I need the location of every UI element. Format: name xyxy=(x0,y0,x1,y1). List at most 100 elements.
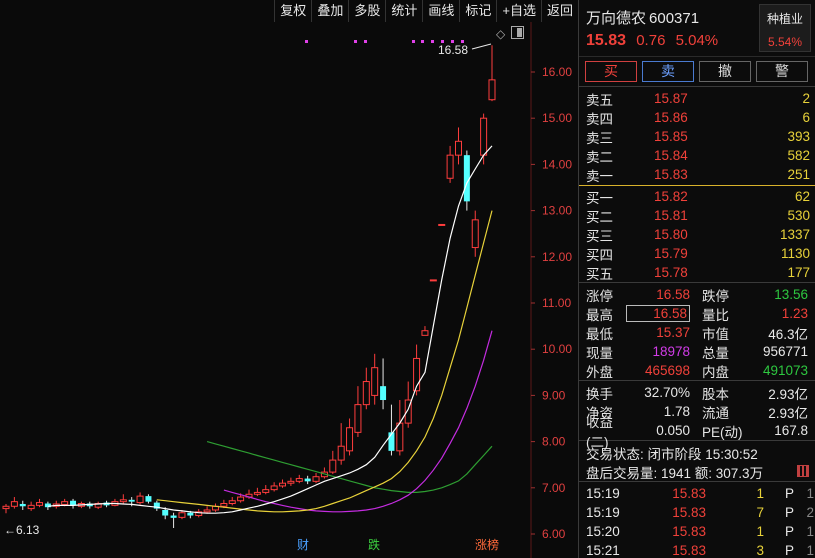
outer-volume-row: 外盘 465698 内盘 491073 xyxy=(579,361,815,380)
bid-price: 15.79 xyxy=(654,246,688,261)
kline-chart[interactable]: 16.00 15.00 14.00 13.00 12.00 11.00 10.00 9.00 8… xyxy=(0,0,578,558)
low-row: 最低 15.37 市值 46.3亿 xyxy=(579,323,815,342)
inner-volume-label: 内盘 xyxy=(702,364,729,380)
total-volume-label: 总量 xyxy=(702,345,729,361)
candle-body xyxy=(295,478,303,482)
tick-time: 15:19 xyxy=(586,505,620,520)
low-value: 15.37 xyxy=(656,325,690,340)
tb-back[interactable]: 返回 xyxy=(540,0,578,22)
ask-price: 15.84 xyxy=(654,148,688,163)
ask-label: 卖二 xyxy=(586,149,613,165)
y-tick-label: 13.00 xyxy=(542,204,572,218)
y-tick-label: 6.00 xyxy=(542,527,566,541)
event-marker: 涨榜 xyxy=(475,537,499,552)
diamond-icon[interactable]: ◇ xyxy=(496,27,505,41)
bid-price: 15.81 xyxy=(654,208,688,223)
stock-name: 万向德农 xyxy=(586,10,647,27)
eps-row: 收益(二) 0.050 PE(动) 167.8 xyxy=(579,415,815,450)
tb-huaxian[interactable]: 画线 xyxy=(422,0,459,22)
candle-body xyxy=(178,512,186,518)
volume-bars-icon[interactable] xyxy=(797,465,809,477)
buy-button[interactable]: 买 xyxy=(585,61,637,82)
bid-row[interactable]: 买一 15.82 62 xyxy=(579,187,815,206)
bid-row[interactable]: 买四 15.79 1130 xyxy=(579,244,815,263)
sector-box[interactable]: 种植业 5.54% xyxy=(759,4,811,52)
high-value: 16.58 xyxy=(626,305,690,322)
trade-buttons: 买 卖 撤 警 xyxy=(579,56,815,86)
candle-body xyxy=(438,223,446,226)
market-cap-label: 市值 xyxy=(702,326,729,342)
tb-duogu[interactable]: 多股 xyxy=(348,0,385,22)
after-hours-text: 盘后交易量: 1941 额: 307.3万 xyxy=(586,465,764,481)
ask-row[interactable]: 卖三 15.85 393 xyxy=(579,127,815,146)
after-hours: 盘后交易量: 1941 额: 307.3万 xyxy=(579,462,815,481)
tick-price: 15.83 xyxy=(672,486,706,501)
tick-volume: 7 xyxy=(756,505,764,520)
cancel-button[interactable]: 撤 xyxy=(699,61,751,82)
bid-label: 买三 xyxy=(586,228,613,244)
candle-body xyxy=(61,501,69,505)
ask-volume: 6 xyxy=(802,110,810,125)
candle-body xyxy=(329,459,337,473)
candle-body xyxy=(337,445,345,461)
bid-label: 买四 xyxy=(586,247,613,263)
candle-body xyxy=(203,509,211,513)
order-book: 卖五 15.87 2 卖四 15.86 6 卖三 15.85 393 卖二 15.84 582 卖一 15… xyxy=(579,86,815,282)
float-shares-value: 2.93亿 xyxy=(768,405,808,421)
y-tick-label: 10.00 xyxy=(542,342,572,356)
sector-pct: 5.54% xyxy=(767,35,803,49)
candle-body xyxy=(346,427,354,452)
candle-body xyxy=(454,140,462,156)
tb-add-watchlist[interactable]: +自选 xyxy=(496,0,541,22)
tick-list: 15:19 15.83 1 P 1 15:19 15.83 7 P 2 15:20 15.83 1 P 1 1… xyxy=(579,481,815,558)
ask-row[interactable]: 卖一 15.83 251 xyxy=(579,165,815,184)
bid-row[interactable]: 买二 15.81 530 xyxy=(579,206,815,225)
ask-row[interactable]: 卖五 15.87 2 xyxy=(579,89,815,108)
stats-table: 涨停 16.58 跌停 13.56 最高 16.58 量比 1.23 最低 15.37 市值 46.3… xyxy=(579,282,815,380)
tick-price: 15.83 xyxy=(672,524,706,539)
chart-toolbar: 复权 叠加 多股 统计 画线 标记 +自选 返回 xyxy=(274,0,578,22)
ask-volume: 2 xyxy=(802,91,810,106)
ask-row[interactable]: 卖二 15.84 582 xyxy=(579,146,815,165)
y-tick-label: 9.00 xyxy=(542,388,566,402)
tick-volume: 3 xyxy=(756,543,764,558)
candle-body xyxy=(262,489,270,493)
net-assets-value: 1.78 xyxy=(663,404,690,419)
tick-row: 15:21 15.83 3 P 1 xyxy=(579,541,815,558)
high-label: 最高 xyxy=(586,307,613,323)
bid-label: 买二 xyxy=(586,209,613,225)
tb-tongji[interactable]: 统计 xyxy=(385,0,422,22)
status-block: 交易状态: 闭市阶段 15:30:52 盘后交易量: 1941 额: 307.3… xyxy=(579,440,815,481)
y-tick-label: 15.00 xyxy=(542,111,572,125)
candle-body xyxy=(36,502,44,506)
pe-ratio-value: 167.8 xyxy=(774,423,808,438)
candle-body xyxy=(463,155,470,202)
candle-body xyxy=(119,499,127,503)
bid-price: 15.80 xyxy=(654,227,688,242)
signal-dot xyxy=(431,40,434,43)
candle-body xyxy=(187,512,194,516)
limit-up-label: 涨停 xyxy=(586,288,613,304)
tb-diejia[interactable]: 叠加 xyxy=(311,0,348,22)
quote-panel: 万向德农 600371 15.83 0.76 5.04% 种植业 5.54% 买 … xyxy=(578,0,815,558)
candle-body xyxy=(170,515,177,518)
tick-volume: 1 xyxy=(756,486,764,501)
ask-row[interactable]: 卖四 15.86 6 xyxy=(579,108,815,127)
bid-row[interactable]: 买三 15.80 1337 xyxy=(579,225,815,244)
ask-label: 卖一 xyxy=(586,168,613,184)
tb-fuquan[interactable]: 复权 xyxy=(274,0,311,22)
candle-body xyxy=(371,367,379,396)
y-tick-label: 8.00 xyxy=(542,435,566,449)
sell-button[interactable]: 卖 xyxy=(642,61,694,82)
bid-volume: 1337 xyxy=(779,227,810,242)
tick-flag: P xyxy=(784,543,794,558)
kline-svg[interactable]: 16.00 15.00 14.00 13.00 12.00 11.00 10.00 9.00 8… xyxy=(0,0,578,558)
alert-button[interactable]: 警 xyxy=(756,61,808,82)
outer-volume-label: 外盘 xyxy=(586,364,613,380)
tb-biaoji[interactable]: 标记 xyxy=(459,0,496,22)
bid-price: 15.82 xyxy=(654,189,688,204)
bid-row[interactable]: 买五 15.78 177 xyxy=(579,263,815,282)
candle-body xyxy=(10,501,18,507)
y-tick-label: 16.00 xyxy=(542,65,572,79)
window-toggle-icon[interactable] xyxy=(511,26,524,39)
